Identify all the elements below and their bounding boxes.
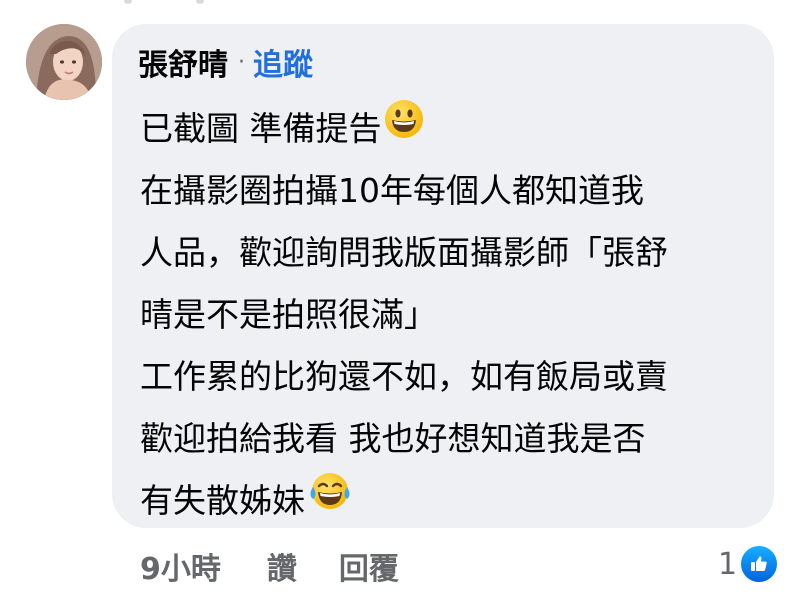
follow-button[interactable]: 追蹤 (253, 40, 313, 84)
like-button[interactable]: 讚 (267, 544, 297, 588)
comment-line-text: 已截圖 準備提告 (140, 109, 382, 148)
comment-line: 人品，歡迎詢問我版面攝影師「張舒 (140, 233, 668, 272)
comment-line-text: 有失散姊妹 (140, 481, 305, 520)
comment-line: 已截圖 準備提告 (140, 98, 760, 160)
author-name-link[interactable]: 張舒晴 (138, 40, 228, 84)
comment-line: 工作累的比狗還不如，如有飯局或賣 (140, 357, 668, 396)
grinning-face-icon (384, 97, 424, 159)
reaction-count: 1 (718, 546, 738, 582)
comment-screenshot: 張舒晴 · 追蹤 已截圖 準備提告 在攝影圈拍攝10年每個人都知道我 人品，歡迎… (0, 0, 800, 596)
comment-line: 在攝影圈拍攝10年每個人都知道我 (140, 171, 644, 210)
edge-mark (196, 0, 204, 4)
reply-button[interactable]: 回覆 (339, 544, 399, 588)
comment-line: 有失散姊妹 (140, 470, 760, 532)
comment-line: 晴是不是拍照很滿」 (140, 295, 437, 334)
comment-header: 張舒晴 · 追蹤 (138, 40, 313, 84)
separator-dot: · (238, 49, 245, 75)
tears-of-joy-icon (307, 469, 353, 531)
like-icon (739, 544, 780, 584)
comment-timestamp[interactable]: 9小時 (140, 544, 221, 588)
avatar-image (26, 24, 102, 100)
comment-actions: 9小時 讚 回覆 (140, 540, 399, 592)
reaction-summary[interactable]: 1 (718, 542, 780, 586)
edge-mark (124, 0, 132, 4)
author-avatar[interactable] (26, 24, 102, 100)
previous-comment-edge (0, 0, 800, 8)
comment-text: 已截圖 準備提告 在攝影圈拍攝10年每個人都知道我 人品，歡迎詢問我版面攝影師「… (140, 98, 760, 532)
comment-line: 歡迎拍給我看 我也好想知道我是否 (140, 419, 646, 458)
